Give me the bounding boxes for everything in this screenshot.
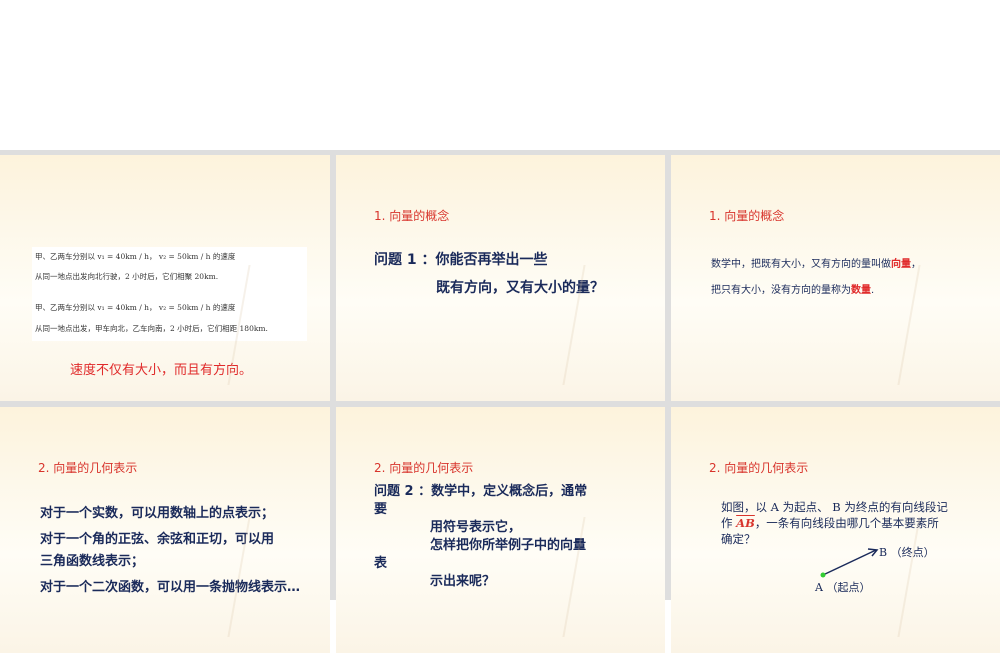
text-line: 表 bbox=[374, 556, 388, 571]
text-line: 要 bbox=[374, 502, 388, 517]
text: . bbox=[871, 285, 875, 296]
slide-thumbnail-3[interactable]: 1. 向量的概念 数学中，把既有大小，又有方向的量叫做向量， 把只有大小，没有方… bbox=[671, 155, 1000, 401]
text-line: 从同一地点出发，甲车向北，乙车向南，2 小时后，它们相距 180km. bbox=[35, 324, 268, 333]
text-line: 示出来呢？ bbox=[430, 574, 496, 589]
term-vector: 向量 bbox=[891, 259, 911, 270]
vector-arrow bbox=[822, 549, 877, 576]
question-line: 问题 1 ：你能否再举出一些 bbox=[374, 252, 548, 268]
point-b-label: B （终点） bbox=[879, 546, 935, 559]
text-line: 用符号表示它， bbox=[430, 520, 522, 535]
text-line: 对于一个实数，可以用数轴上的点表示； bbox=[40, 506, 275, 521]
text: ， bbox=[911, 259, 921, 270]
text-line: 三角函数线表示； bbox=[40, 554, 145, 569]
slide-title: 1. 向量的概念 bbox=[374, 209, 450, 223]
slide-title: 2. 向量的几何表示 bbox=[374, 461, 474, 475]
caption: 速度不仅有大小，而且有方向。 bbox=[70, 363, 253, 378]
slide-thumbnail-4[interactable]: 2. 向量的几何表示 对于一个实数，可以用数轴上的点表示； 对于一个角的正弦、余… bbox=[0, 407, 330, 653]
slide-thumbnail-5[interactable]: 2. 向量的几何表示 问题 2 ：数学中，定义概念后，通常 要 用符号表示它， … bbox=[336, 407, 665, 653]
text-line: 甲、乙两车分别以 v₁ = 40km / h， v₂ = 50km / h 的速… bbox=[35, 252, 236, 261]
slide-thumbnail-6[interactable]: 2. 向量的几何表示 如图，以 A 为起点、 B 为终点的有向线段记 作 AB，… bbox=[671, 407, 1000, 653]
start-point bbox=[820, 572, 826, 578]
text: 数学中，把既有大小，又有方向的量叫做 bbox=[711, 259, 891, 270]
question-line: 既有方向，又有大小的量？ bbox=[436, 280, 604, 296]
text-line: 从同一地点出发向北行驶，2 小时后，它们相聚 20km. bbox=[35, 272, 219, 281]
text-line: 甲、乙两车分别以 v₁ = 40km / h， v₂ = 50km / h 的速… bbox=[35, 303, 236, 312]
vector-diagram bbox=[820, 548, 879, 578]
example-image: 甲、乙两车分别以 v₁ = 40km / h， v₂ = 50km / h 的速… bbox=[32, 247, 307, 341]
text-line: 对于一个二次函数，可以用一条抛物线表示… bbox=[40, 580, 301, 595]
slide-title: 2. 向量的几何表示 bbox=[38, 461, 138, 475]
slide-thumbnail-2[interactable]: 1. 向量的概念 问题 1 ：你能否再举出一些 既有方向，又有大小的量？ bbox=[336, 155, 665, 401]
slide-title: 1. 向量的概念 bbox=[709, 209, 785, 223]
term-scalar: 数量 bbox=[851, 285, 871, 296]
point-a-label: A （起点） bbox=[815, 581, 871, 594]
text-line: 对于一个角的正弦、余弦和正切，可以用 bbox=[40, 532, 275, 547]
slide-grid: 甲、乙两车分别以 v₁ = 40km / h， v₂ = 50km / h 的速… bbox=[0, 150, 1000, 653]
slide-thumbnail-1[interactable]: 甲、乙两车分别以 v₁ = 40km / h， v₂ = 50km / h 的速… bbox=[0, 155, 330, 401]
text: 把只有大小，没有方向的量称为 bbox=[711, 285, 851, 296]
text-line: 怎样把你所举例子中的向量 bbox=[430, 538, 587, 553]
text-line: 问题 2 ：数学中，定义概念后，通常 bbox=[374, 484, 588, 499]
